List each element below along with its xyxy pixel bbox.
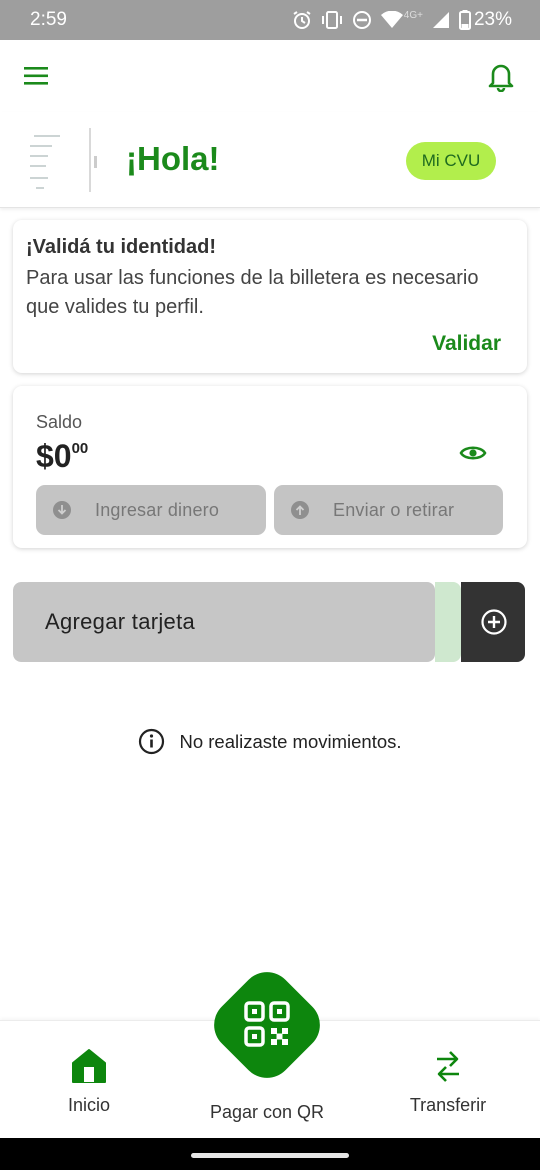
validate-title: ¡Validá tu identidad! [26,236,217,258]
info-icon [139,728,165,755]
deposit-label: Ingresar dinero [95,500,220,520]
network-type: 4G+ [403,9,423,21]
greeting-title: ¡Hola! [126,140,220,177]
app-bar [0,40,540,112]
bell-icon[interactable] [486,60,516,92]
status-icons: 4G+ 23% [292,9,512,31]
battery-level: 23% [473,9,512,30]
qr-code-icon [244,1001,290,1047]
add-card-button[interactable]: Agregar tarjeta [13,582,525,662]
balance-cents: 00 [71,440,89,458]
transfer-arrows-icon [437,1051,459,1082]
mi-cvu-button[interactable]: Mi CVU [406,142,496,180]
add-card-accent [435,582,461,662]
validate-description: Para usar las funciones de la billetera … [26,267,479,318]
gesture-bar [0,1138,540,1170]
validate-link[interactable]: Validar [432,332,501,356]
add-card-label: Agregar tarjeta [45,609,196,634]
balance-integer: $0 [36,438,72,474]
pay-qr-label: Pagar con QR [209,1102,325,1122]
status-bar: 2:59 4G+ 23% [0,0,540,40]
withdraw-button[interactable]: Enviar o retirar [274,485,503,535]
arrow-down-icon [53,501,71,519]
empty-movements-text: No realizaste movimientos. [179,730,402,752]
alarm-icon [293,11,311,29]
gesture-handle[interactable] [191,1153,349,1158]
validate-identity-card: ¡Validá tu identidad! Para usar las func… [13,220,527,373]
withdraw-label: Enviar o retirar [333,500,455,520]
empty-movements: No realizaste movimientos. [0,728,540,755]
status-time: 2:59 [30,9,67,30]
wifi-icon [380,11,403,28]
balance-card: Saldo $000 Ingresar dinero Enviar o reti… [13,386,527,548]
home-icon [72,1049,106,1083]
eye-icon[interactable] [459,442,487,464]
dnd-icon [352,11,371,29]
greeting-section: ¡Hola! Mi CVU [0,112,540,208]
battery-icon [458,10,471,30]
balance-label: Saldo [36,412,83,432]
profile-thumbnail [22,122,104,196]
signal-icon [432,12,449,28]
arrow-up-icon [291,501,309,519]
plus-circle-icon [481,609,507,635]
vibrate-icon [321,11,342,29]
deposit-button[interactable]: Ingresar dinero [36,485,266,535]
menu-icon[interactable] [22,64,52,88]
balance-amount: $000 [36,438,88,475]
